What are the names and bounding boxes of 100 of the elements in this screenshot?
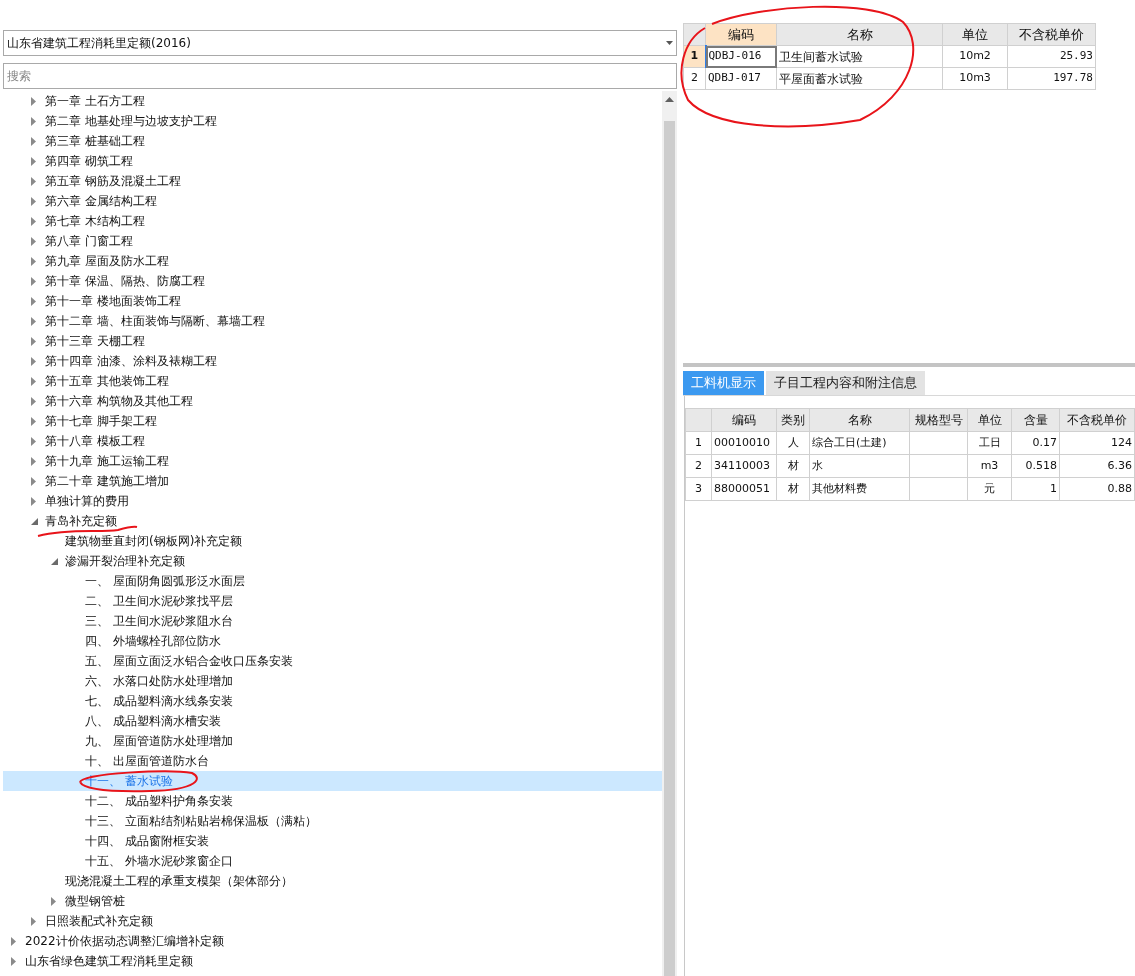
tree-item[interactable]: 五、 屋面立面泛水铝合金收口压条安装 [3,651,662,671]
row-number[interactable]: 2 [685,454,712,478]
expand-arrow-icon[interactable] [11,956,16,966]
expand-arrow-icon[interactable] [31,296,36,306]
tree-item[interactable]: 二、 卫生间水泥砂浆找平层 [3,591,662,611]
tree-item[interactable]: 四、 外墙螺栓孔部位防水 [3,631,662,651]
expand-arrow-icon[interactable] [31,916,36,926]
expand-arrow-icon[interactable] [31,316,36,326]
column-header[interactable]: 规格型号 [909,408,968,432]
collapse-arrow-icon[interactable] [51,557,58,565]
tree-item[interactable]: 第十二章 墙、柱面装饰与隔断、幕墙工程 [3,311,662,331]
tree-item[interactable]: 九、 屋面管道防水处理增加 [3,731,662,751]
expand-arrow-icon[interactable] [31,156,36,166]
tree-item[interactable]: 十二、 成品塑料护角条安装 [3,791,662,811]
dropdown-caret-icon[interactable] [666,41,673,45]
column-header[interactable]: 单位 [967,408,1012,432]
expand-arrow-icon[interactable] [31,456,36,466]
expand-arrow-icon[interactable] [31,176,36,186]
expand-arrow-icon[interactable] [31,96,36,106]
column-header[interactable]: 名称 [809,408,910,432]
dropdown-value: 山东省建筑工程消耗里定额(2016) [7,35,191,52]
tree-item[interactable]: 现浇混凝土工程的承重支模架（架体部分） [3,871,662,891]
scrollbar[interactable] [662,91,677,976]
tree-item[interactable]: 第四章 砌筑工程 [3,151,662,171]
tree-item[interactable]: 第一章 土石方工程 [3,91,662,111]
tree-item[interactable]: 第十八章 模板工程 [3,431,662,451]
collapse-arrow-icon[interactable] [31,517,38,525]
column-header[interactable]: 不含税单价 [1059,408,1135,432]
tree-item[interactable]: 第十五章 其他装饰工程 [3,371,662,391]
tree-item[interactable]: 第十四章 油漆、涂料及裱糊工程 [3,351,662,371]
tree-item[interactable]: 第十一章 楼地面装饰工程 [3,291,662,311]
tree-item[interactable]: 第十三章 天棚工程 [3,331,662,351]
scroll-up-icon[interactable] [665,97,674,102]
column-header[interactable]: 编码 [711,408,777,432]
tree-item[interactable]: 第十六章 构筑物及其他工程 [3,391,662,411]
expand-arrow-icon[interactable] [31,336,36,346]
tree-item[interactable]: 单独计算的费用 [3,491,662,511]
expand-arrow-icon[interactable] [31,496,36,506]
tab[interactable]: 子目工程内容和附注信息 [766,371,925,395]
column-header[interactable]: 类别 [776,408,810,432]
tree-item[interactable]: 第十章 保温、隔热、防腐工程 [3,271,662,291]
tree-item[interactable]: 一、 屋面阴角圆弧形泛水面层 [3,571,662,591]
expand-arrow-icon[interactable] [51,896,56,906]
tree-item[interactable]: 七、 成品塑料滴水线条安装 [3,691,662,711]
row-number[interactable]: 3 [685,477,712,501]
tree-item[interactable]: 十四、 成品窗附框安装 [3,831,662,851]
expand-arrow-icon[interactable] [31,196,36,206]
tree-item[interactable]: 2022计价依据动态调整汇编增补定额 [3,931,662,951]
expand-arrow-icon[interactable] [31,356,36,366]
column-header[interactable]: 含量 [1011,408,1060,432]
tree-item[interactable]: 六、 水落口处防水处理增加 [3,671,662,691]
tree-item[interactable]: 第五章 钢筋及混凝土工程 [3,171,662,191]
search-field[interactable]: 搜索 [3,63,677,89]
tree-item[interactable]: 渗漏开裂治理补充定额 [3,551,662,571]
expand-arrow-icon[interactable] [31,236,36,246]
row-number[interactable]: 1 [685,431,712,455]
tree-item[interactable]: 青岛补充定额 [3,511,662,531]
column-header[interactable]: 编码 [705,23,777,46]
expand-arrow-icon[interactable] [31,216,36,226]
expand-arrow-icon[interactable] [31,276,36,286]
tree-item[interactable]: 第十九章 施工运输工程 [3,451,662,471]
tree-item[interactable]: 日照装配式补充定额 [3,911,662,931]
tree-item[interactable]: 第九章 屋面及防水工程 [3,251,662,271]
tree-item[interactable]: 第七章 木结构工程 [3,211,662,231]
tree-item[interactable]: 第六章 金属结构工程 [3,191,662,211]
expand-arrow-icon[interactable] [31,436,36,446]
expand-arrow-icon[interactable] [31,116,36,126]
quota-dropdown[interactable]: 山东省建筑工程消耗里定额(2016) [3,30,677,56]
tree-item[interactable]: 十三、 立面粘结剂粘贴岩棉保温板（满粘） [3,811,662,831]
column-header[interactable]: 不含税单价 [1007,23,1096,46]
column-header[interactable]: 单位 [942,23,1008,46]
tree-item[interactable]: 第八章 门窗工程 [3,231,662,251]
column-header[interactable]: 名称 [776,23,943,46]
table-cell: 1 [1011,477,1060,501]
tree-item[interactable]: 建筑物垂直封闭(钢板网)补充定额 [3,531,662,551]
expand-arrow-icon[interactable] [31,476,36,486]
tree-item[interactable]: 山东省绿色建筑工程消耗里定额 [3,951,662,971]
table-cell: 124 [1059,431,1135,455]
table-cell: 元 [967,477,1012,501]
expand-arrow-icon[interactable] [31,376,36,386]
tree-item[interactable]: 第三章 桩基础工程 [3,131,662,151]
tree-item[interactable]: 十、 出屋面管道防水台 [3,751,662,771]
tree-item[interactable]: 十五、 外墙水泥砂浆窗企口 [3,851,662,871]
row-number[interactable]: 2 [683,67,706,90]
expand-arrow-icon[interactable] [31,136,36,146]
tree-item[interactable]: 第十七章 脚手架工程 [3,411,662,431]
expand-arrow-icon[interactable] [31,396,36,406]
tree-item[interactable]: 微型钢管桩 [3,891,662,911]
expand-arrow-icon[interactable] [31,416,36,426]
expand-arrow-icon[interactable] [11,936,16,946]
table-cell: 0.88 [1059,477,1135,501]
expand-arrow-icon[interactable] [31,256,36,266]
tree-item[interactable]: 第二章 地基处理与边坡支护工程 [3,111,662,131]
scrollbar-thumb[interactable] [664,121,675,976]
table-cell: 材 [776,454,810,478]
tree-item[interactable]: 三、 卫生间水泥砂浆阻水台 [3,611,662,631]
tree-item[interactable]: 八、 成品塑料滴水槽安装 [3,711,662,731]
tree-item[interactable]: 第二十章 建筑施工增加 [3,471,662,491]
table-cell: 10m3 [942,67,1008,90]
corner-cell [683,23,706,46]
